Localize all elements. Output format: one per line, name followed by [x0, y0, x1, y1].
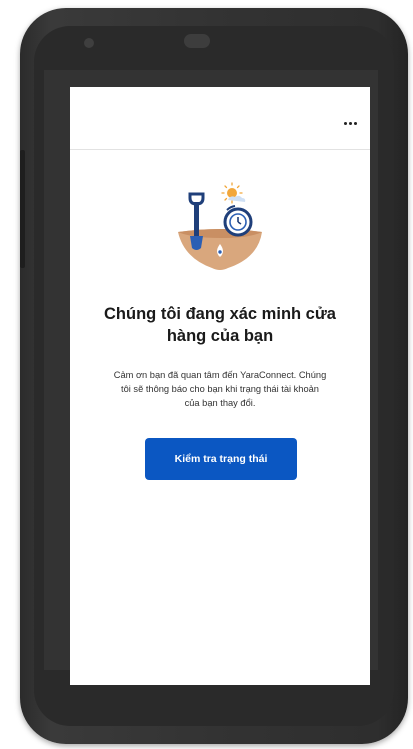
- description-line: Cảm ơn bạn đã quan tâm đến YaraConnect. …: [113, 370, 327, 380]
- page-title-line: hàng của bạn: [166, 327, 274, 345]
- front-camera: [84, 38, 94, 48]
- verification-illustration: [178, 182, 262, 270]
- app-screen: Chúng tôi đang xác minh cửa hàng của bạn…: [70, 87, 370, 685]
- phone-speaker: [184, 34, 210, 48]
- more-dot: [348, 121, 352, 125]
- shovel-icon: [188, 192, 205, 250]
- clock-icon: [223, 205, 253, 237]
- more-options-button[interactable]: [340, 117, 360, 129]
- page-description: Cảm ơn bạn đã quan tâm đến YaraConnect. …: [80, 368, 360, 410]
- page-title: Chúng tôi đang xác minh cửa hàng của bạn: [80, 303, 360, 347]
- description-line: tôi sẽ thông báo cho bạn khi trạng thái …: [121, 384, 319, 394]
- more-horizontal-icon: [343, 121, 347, 125]
- page-title-line: Chúng tôi đang xác minh cửa: [104, 305, 336, 323]
- description-line: của bạn thay đổi.: [184, 398, 256, 408]
- app-bar: [70, 87, 370, 150]
- more-dot: [353, 121, 357, 125]
- phone-side-button: [20, 150, 25, 268]
- check-status-button[interactable]: Kiểm tra trạng thái: [145, 438, 297, 480]
